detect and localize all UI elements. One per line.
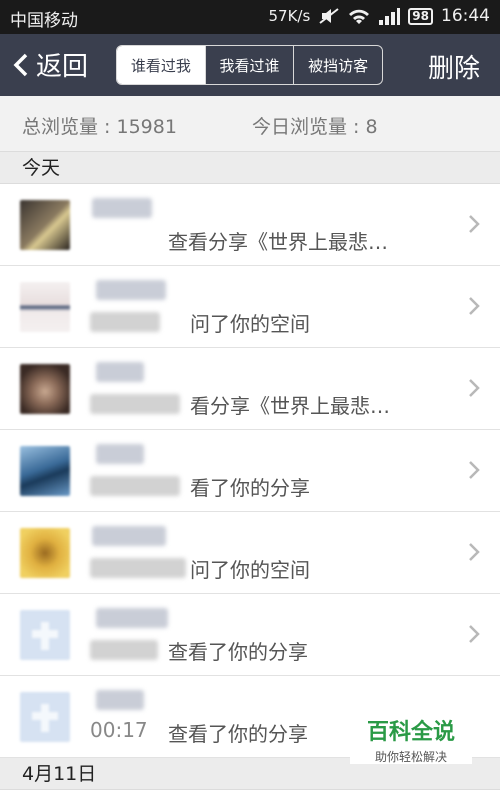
- wifi-icon: [348, 7, 370, 25]
- list-item[interactable]: 查看分享《世界上最悲…: [0, 184, 500, 266]
- back-label: 返回: [36, 52, 89, 82]
- list-item[interactable]: 问了你的空间: [0, 266, 500, 348]
- avatar: [20, 528, 70, 578]
- carrier-label: 中国移动: [10, 11, 78, 31]
- tab-who-i-viewed[interactable]: 我看过谁: [204, 46, 294, 84]
- list-item[interactable]: 看了你的分享: [0, 430, 500, 512]
- back-button[interactable]: 返回: [12, 46, 88, 83]
- chevron-right-icon: [469, 625, 480, 643]
- chevron-left-icon: [13, 53, 28, 76]
- watermark-subtitle: 助你轻松解决: [374, 750, 447, 764]
- nav-bar: 返回 谁看过我 我看过谁 被挡访客 删除: [0, 34, 500, 96]
- view-stats: 总浏览量 : 15981 今日浏览量 : 8: [0, 96, 500, 152]
- visitor-info: [90, 394, 180, 414]
- visitor-name: [92, 526, 166, 546]
- delete-button[interactable]: 删除: [428, 48, 480, 85]
- default-avatar-icon: [20, 610, 70, 660]
- list-item[interactable]: 看分享《世界上最悲…: [0, 348, 500, 430]
- visitor-name: [96, 362, 144, 382]
- visitor-name: [96, 444, 144, 464]
- visitor-info: [90, 640, 158, 660]
- status-bar: 中国移动 57K/s 98 16:44: [0, 0, 500, 34]
- visitor-info: [90, 312, 160, 332]
- battery-icon: 98: [408, 7, 433, 25]
- visit-action: 问了你的空间: [190, 558, 310, 582]
- avatar: [20, 446, 70, 496]
- avatar: [20, 282, 70, 332]
- visitor-name: [96, 608, 168, 628]
- watermark-title: 百科全说: [366, 720, 455, 745]
- visit-action: 查看分享《世界上最悲…: [168, 230, 388, 254]
- visit-action: 看了你的分享: [190, 476, 310, 500]
- signal-icon: [378, 7, 401, 25]
- visitor-tabs: 谁看过我 我看过谁 被挡访客: [116, 45, 383, 85]
- section-header-today: 今天: [0, 152, 500, 184]
- total-views: 总浏览量 : 15981: [22, 116, 177, 138]
- chevron-right-icon: [469, 215, 480, 233]
- network-speed: 57K/s: [268, 7, 311, 25]
- visitor-name: [92, 198, 152, 218]
- visitor-list: 查看分享《世界上最悲… 问了你的空间 看分享《世界上最悲… 看了你的分享 问了你…: [0, 184, 500, 758]
- tab-who-viewed-me[interactable]: 谁看过我: [117, 46, 205, 84]
- watermark-logo: 百科全说 助你轻松解决: [350, 706, 472, 764]
- status-right: 57K/s 98 16:44: [269, 6, 491, 26]
- visit-action: 查看了你的分享: [168, 722, 308, 746]
- list-item[interactable]: 查看了你的分享: [0, 594, 500, 676]
- visitor-info: [90, 476, 180, 496]
- clock: 16:44: [441, 6, 490, 26]
- visit-action: 看分享《世界上最悲…: [190, 394, 390, 418]
- avatar: [20, 200, 70, 250]
- avatar: [20, 364, 70, 414]
- mute-icon: [318, 7, 340, 25]
- visitor-name: [96, 690, 144, 710]
- list-item[interactable]: 问了你的空间: [0, 512, 500, 594]
- today-views: 今日浏览量 : 8: [252, 116, 378, 138]
- tab-blocked-visitors[interactable]: 被挡访客: [293, 46, 382, 84]
- visitor-name: [96, 280, 166, 300]
- visit-time: 00:17: [90, 718, 148, 742]
- default-avatar-icon: [20, 692, 70, 742]
- visitor-info: [90, 558, 186, 578]
- chevron-right-icon: [469, 379, 480, 397]
- chevron-right-icon: [469, 297, 480, 315]
- visit-action: 查看了你的分享: [168, 640, 308, 664]
- visit-action: 问了你的空间: [190, 312, 310, 336]
- chevron-right-icon: [469, 543, 480, 561]
- chevron-right-icon: [469, 461, 480, 479]
